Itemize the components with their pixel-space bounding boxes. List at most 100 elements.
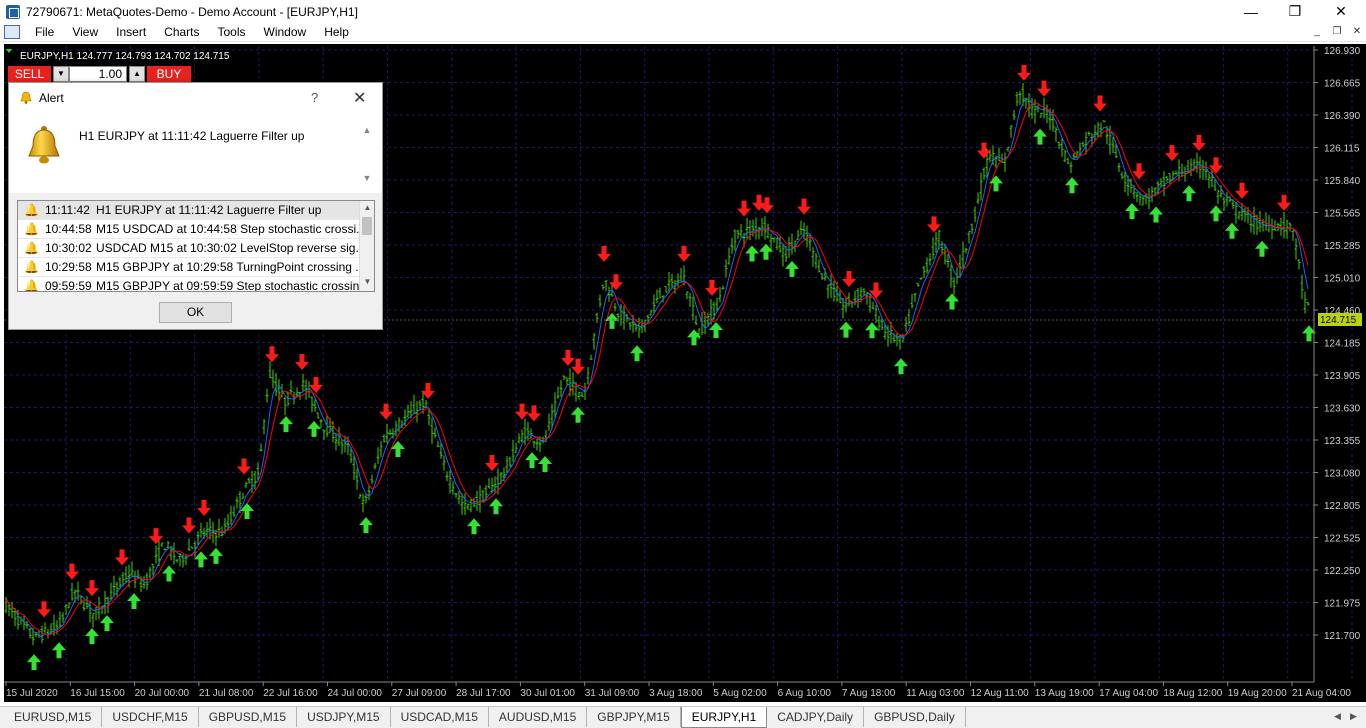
price-tick-label: 124.185 — [1324, 339, 1361, 350]
sell-button[interactable]: SELL — [8, 66, 51, 82]
sell-signal-arrow — [561, 349, 575, 366]
tab-usdjpy-m15[interactable]: USDJPY,M15 — [297, 707, 391, 727]
sell-signal-arrow — [115, 549, 129, 566]
list-scrollbar[interactable]: ▲ ▼ — [359, 201, 374, 291]
bell-icon: 🔔 — [24, 260, 39, 274]
tab-audusd-m15[interactable]: AUDUSD,M15 — [489, 707, 588, 727]
tab-gbpjpy-m15[interactable]: GBPJPY,M15 — [587, 707, 681, 727]
time-tick-label: 21 Aug 04:00 — [1292, 688, 1351, 699]
time-tick-label: 17 Aug 04:00 — [1099, 688, 1158, 699]
menu-window[interactable]: Window — [255, 23, 316, 42]
tab-eurjpy-h1[interactable]: EURJPY,H1 — [680, 707, 768, 728]
price-tick-label: 123.905 — [1324, 371, 1361, 382]
buy-signal-arrow — [745, 245, 759, 262]
alert-close-button[interactable]: ✕ — [353, 88, 366, 108]
time-tick-label: 27 Jul 09:00 — [392, 688, 447, 699]
price-tick-label: 121.700 — [1324, 631, 1361, 642]
mdi-restore-button[interactable]: ❐ — [1330, 25, 1344, 39]
document-icon[interactable] — [4, 25, 20, 39]
time-tick-label: 3 Aug 18:00 — [649, 688, 703, 699]
mdi-minimize-button[interactable]: _ — [1310, 25, 1324, 39]
time-tick-label: 18 Aug 12:00 — [1163, 688, 1222, 699]
menu-file[interactable]: File — [26, 23, 63, 42]
buy-signal-arrow — [538, 456, 552, 473]
maximize-button[interactable]: ❐ — [1272, 0, 1318, 23]
alert-text: USDCAD M15 at 10:30:02 LevelStop reverse… — [96, 241, 366, 255]
bell-icon: 🔔 — [24, 222, 39, 236]
sell-signal-arrow — [842, 271, 856, 288]
price-axis-labels: 126.930 126.665 126.390 126.115 125.840 125.5… — [1314, 46, 1361, 642]
alert-text: H1 EURJPY at 11:11:42 Laguerre Filter up — [96, 203, 322, 217]
time-tick-label: 24 Jul 00:00 — [328, 688, 383, 699]
sell-signal-arrow — [295, 353, 309, 370]
list-item[interactable]: 🔔 11:11:42 H1 EURJPY at 11:11:42 Laguerre… — [18, 201, 374, 220]
help-button[interactable]: ? — [311, 90, 318, 105]
menu-charts[interactable]: Charts — [155, 23, 208, 42]
sell-signal-arrow — [197, 499, 211, 516]
sell-signal-arrow — [609, 274, 623, 291]
list-item[interactable]: 🔔 09:59:59 M15 GBPJPY at 09:59:59 Step st… — [18, 277, 374, 292]
chart-header-icon — [6, 49, 12, 53]
alert-text: M15 USDCAD at 10:44:58 Step stochastic c… — [96, 222, 367, 236]
time-tick-label: 16 Jul 15:00 — [70, 688, 125, 699]
close-button[interactable]: ✕ — [1318, 0, 1364, 23]
list-item[interactable]: 🔔 10:30:02 USDCAD M15 at 10:30:02 LevelSt… — [18, 239, 374, 258]
tab-usdchf-m15[interactable]: USDCHF,M15 — [102, 707, 199, 727]
bell-large-icon — [28, 126, 60, 164]
menu-insert[interactable]: Insert — [107, 23, 155, 42]
sell-signal-arrow — [1017, 64, 1031, 81]
volume-down-button[interactable]: ▼ — [53, 66, 69, 82]
buy-signal-arrow — [945, 293, 959, 310]
tab-usdcad-m15[interactable]: USDCAD,M15 — [391, 707, 489, 727]
time-tick-label: 6 Aug 10:00 — [778, 688, 832, 699]
sell-signal-arrow — [515, 403, 529, 420]
buy-signal-arrow — [989, 175, 1003, 192]
sell-signal-arrow — [677, 245, 691, 262]
volume-input[interactable]: 1.00 — [69, 66, 127, 82]
current-price-label: 124.715 — [1320, 315, 1357, 326]
ok-button[interactable]: OK — [159, 302, 232, 323]
alert-time: 10:44:58 — [44, 222, 92, 236]
buy-signal-arrow — [1125, 202, 1139, 219]
scrollbar-thumb[interactable] — [362, 217, 372, 235]
price-tick-label: 126.390 — [1324, 111, 1361, 122]
time-tick-label: 20 Jul 00:00 — [135, 688, 190, 699]
tab-gbpusd-daily[interactable]: GBPUSD,Daily — [864, 707, 966, 727]
time-tick-label: 19 Aug 20:00 — [1228, 688, 1287, 699]
sell-signal-arrow — [1209, 157, 1223, 174]
buy-signal-arrow — [525, 452, 539, 469]
title-bar: 72790671: MetaQuotes-Demo - Demo Account… — [0, 0, 1366, 23]
bell-icon: 🔔 — [24, 279, 39, 292]
buy-signal-arrow — [27, 654, 41, 671]
price-tick-label: 123.355 — [1324, 436, 1361, 447]
tab-eurusd-m15[interactable]: EURUSD,M15 — [4, 707, 103, 727]
buy-signal-arrow — [52, 642, 66, 659]
sell-signal-arrow — [485, 454, 499, 471]
sell-signal-arrow — [149, 528, 163, 545]
list-item[interactable]: 🔔 10:44:58 M15 USDCAD at 10:44:58 Step st… — [18, 220, 374, 239]
minimize-button[interactable]: — — [1228, 0, 1274, 23]
mdi-close-button[interactable]: ✕ — [1350, 25, 1364, 39]
chart-header: EURJPY,H1 124.777 124.793 124.702 124.71… — [20, 51, 230, 62]
alert-dialog: Alert ? ✕ H1 EURJPY at 11:11:42 Laguerre… — [8, 82, 383, 330]
buy-button[interactable]: BUY — [147, 66, 191, 82]
buy-signal-arrow — [391, 440, 405, 457]
menu-help[interactable]: Help — [315, 23, 358, 42]
volume-up-button[interactable]: ▲ — [129, 66, 145, 82]
sell-signal-arrow — [869, 282, 883, 299]
list-item[interactable]: 🔔 10:29:58 M15 GBPJPY at 10:29:58 Turning… — [18, 258, 374, 277]
buy-signal-arrow — [1209, 205, 1223, 222]
menu-tools[interactable]: Tools — [209, 23, 255, 42]
price-tick-label: 125.285 — [1324, 241, 1361, 252]
tab-scroll-left[interactable]: ◀ — [1334, 711, 1341, 722]
sell-signal-arrow — [85, 580, 99, 597]
time-tick-label: 22 Jul 16:00 — [263, 688, 318, 699]
message-scrollbar[interactable]: ▲ ▼ — [361, 125, 373, 185]
buy-signal-arrow — [571, 406, 585, 423]
menu-view[interactable]: View — [63, 23, 107, 42]
tab-gbpusd-m15[interactable]: GBPUSD,M15 — [199, 707, 298, 727]
buy-signal-arrow — [1149, 206, 1163, 223]
tab-cadjpy-daily[interactable]: CADJPY,Daily — [767, 707, 865, 727]
alert-history-list[interactable]: 🔔 11:11:42 H1 EURJPY at 11:11:42 Laguerre… — [17, 200, 375, 292]
tab-scroll-right[interactable]: ▶ — [1350, 711, 1357, 722]
